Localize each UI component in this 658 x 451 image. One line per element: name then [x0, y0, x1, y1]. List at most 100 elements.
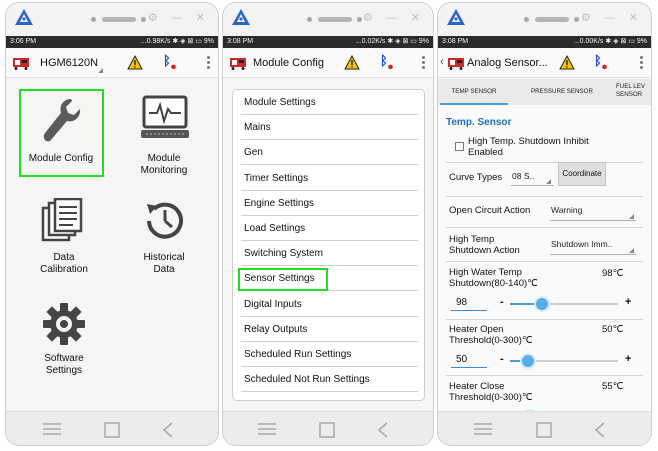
module-config-label: Module Config [28, 153, 94, 164]
status-time: 3:08 PM [227, 38, 254, 45]
window-controls[interactable]: ⚙ — ✕ [363, 11, 425, 24]
tab-temp-sensor[interactable]: TEMP SENSOR [440, 79, 508, 105]
camera-dot [307, 17, 312, 22]
bluetooth-icon[interactable]: ᛒ● [163, 54, 176, 71]
menu-item-engine-settings[interactable]: Engine Settings [241, 191, 418, 216]
window-controls[interactable]: ⚙ — ✕ [581, 11, 643, 24]
back-chevron-icon[interactable] [377, 422, 389, 438]
sensor-tabs: TEMP SENSOR PRESSURE SENSOR FUEL LEV SEN… [438, 79, 651, 105]
menu-lines-icon[interactable] [473, 422, 493, 436]
high-water-temp-plus[interactable]: + [625, 296, 631, 308]
android-nav-bar [6, 411, 218, 445]
heater-close-label: Heater Close Threshold(0-300)℃ [449, 381, 533, 403]
generator-icon[interactable] [229, 56, 247, 70]
menu-item-load-settings[interactable]: Load Settings [241, 216, 418, 241]
module-monitoring-tile[interactable]: Module Monitoring [124, 95, 204, 180]
android-nav-bar [223, 411, 433, 445]
gear-icon [43, 303, 85, 345]
high-water-temp-slider-knob[interactable] [534, 296, 551, 312]
phone-top-bezel: ⚙ — ✕ [6, 3, 218, 36]
monitor-icon [141, 95, 189, 138]
menu-item-module-settings[interactable]: Module Settings [241, 90, 418, 115]
menu-item-digital-inputs[interactable]: Digital Inputs [241, 292, 418, 317]
back-chevron-icon[interactable] [162, 422, 174, 438]
tab-fuel-level-sensor[interactable]: FUEL LEV SENSOR [616, 79, 651, 105]
module-config-tile[interactable]: Module Config [19, 89, 104, 177]
window-controls[interactable]: ⚙ — ✕ [148, 11, 210, 24]
android-nav-bar [438, 411, 651, 445]
divider [446, 261, 643, 262]
curve-dropdown-arrow-icon[interactable] [546, 179, 551, 184]
high-water-temp-slider[interactable] [510, 303, 618, 305]
coordinate-button[interactable]: Coordinate [558, 162, 606, 186]
open-circuit-dropdown-arrow-icon[interactable] [629, 214, 634, 219]
curve-types-value[interactable]: 08 S.. [512, 171, 534, 181]
divider [446, 227, 643, 228]
menu-item-relay-outputs[interactable]: Relay Outputs [241, 317, 418, 342]
heater-open-slider-knob[interactable] [520, 353, 536, 369]
inhibit-checkbox[interactable] [455, 142, 464, 151]
divider [446, 196, 643, 197]
status-bar: 3:06 PM ...0.98K/s ✱ ◈ ⊠ ▭ 9% [6, 36, 218, 48]
menu-item-gen[interactable]: Gen [241, 140, 418, 165]
status-time: 3:06 PM [10, 38, 37, 45]
menu-item-switching-system[interactable]: Switching System [241, 241, 418, 266]
heater-open-input[interactable]: 50 [451, 351, 487, 368]
phone-top-bezel: ⚙ — ✕ [223, 3, 433, 36]
historical-data-tile[interactable]: Historical Data [124, 196, 204, 281]
bluetooth-icon[interactable]: ᛒ● [380, 54, 393, 71]
app-bar: ‹ Analog Sensor... ᛒ● [438, 48, 651, 78]
menu-item-timer-settings[interactable]: Timer Settings [241, 166, 418, 191]
tab-pressure-sensor[interactable]: PRESSURE SENSOR [522, 79, 602, 105]
generator-icon[interactable] [447, 56, 465, 70]
software-settings-tile[interactable]: Software Settings [24, 301, 104, 386]
divider [446, 162, 643, 163]
menu-lines-icon[interactable] [42, 422, 62, 436]
brand-logo-icon [447, 9, 465, 25]
warning-icon[interactable] [127, 55, 143, 70]
generator-icon [13, 58, 29, 70]
high-water-temp-minus[interactable]: - [500, 296, 504, 308]
bluetooth-icon[interactable]: ᛒ● [594, 54, 607, 71]
warning-icon[interactable] [559, 55, 575, 70]
heater-close-display: 55℃ [602, 381, 624, 392]
overflow-menu-icon[interactable] [207, 56, 210, 70]
home-square-icon[interactable] [536, 422, 552, 438]
device-name[interactable]: HGM6120N [40, 57, 98, 69]
back-chevron-icon[interactable] [594, 422, 606, 438]
overflow-menu-icon[interactable] [640, 56, 643, 70]
open-circuit-label: Open Circuit Action [449, 205, 531, 216]
device-dropdown-arrow-icon[interactable] [98, 68, 103, 73]
documents-icon [41, 198, 83, 242]
data-calibration-tile[interactable]: Data Calibration [24, 196, 104, 281]
heater-open-display: 50℃ [602, 324, 624, 335]
module-config-menu: Module Settings Mains Gen Timer Settings… [232, 89, 425, 401]
curve-types-label: Curve Types [449, 172, 503, 183]
warning-icon[interactable] [344, 55, 360, 70]
historical-data-label: Historical Data [143, 252, 185, 275]
data-calibration-label: Data Calibration [40, 252, 88, 275]
heater-open-plus[interactable]: + [625, 353, 631, 365]
wrench-icon [43, 99, 81, 142]
menu-item-scheduled-run-settings[interactable]: Scheduled Run Settings [241, 342, 418, 367]
home-square-icon[interactable] [104, 422, 120, 438]
menu-item-scheduled-not-run-settings[interactable]: Scheduled Not Run Settings [241, 367, 418, 392]
high-water-temp-display: 98℃ [602, 268, 624, 279]
overflow-menu-icon[interactable] [422, 56, 425, 70]
open-circuit-underline [550, 220, 636, 221]
brand-logo-icon [232, 9, 250, 25]
menu-lines-icon[interactable] [257, 422, 277, 436]
heater-open-minus[interactable]: - [500, 353, 504, 365]
sensor-dot [574, 17, 579, 22]
page-title: Analog Sensor... [467, 57, 548, 69]
menu-item-mains[interactable]: Mains [241, 115, 418, 140]
back-arrow-icon[interactable]: ‹ [440, 54, 444, 68]
home-square-icon[interactable] [319, 422, 335, 438]
camera-dot [524, 17, 529, 22]
high-water-temp-input[interactable]: 98 [451, 294, 487, 311]
module-monitoring-label: Module Monitoring [140, 153, 188, 176]
high-temp-action-value[interactable]: Shutdown Imm.. [551, 239, 612, 249]
high-temp-action-dropdown-arrow-icon[interactable] [629, 248, 634, 253]
open-circuit-value[interactable]: Warning [551, 205, 582, 215]
high-temp-action-underline [550, 254, 636, 255]
